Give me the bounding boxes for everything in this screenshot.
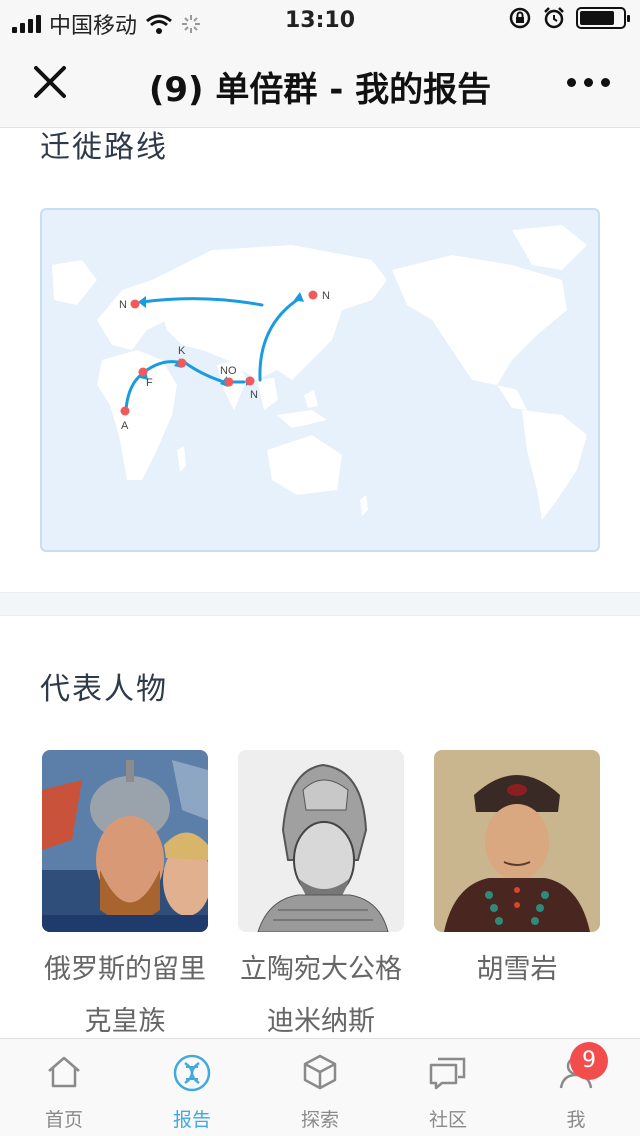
page-title: (9) 单倍群 - 我的报告 (148, 70, 492, 110)
tab-label: 报告 (172, 1109, 211, 1131)
person-portrait (434, 750, 600, 932)
nav-bar: (9) 单倍群 - 我的报告 (0, 40, 640, 128)
migration-map: A F K NO N N N (40, 208, 600, 552)
alarm-icon (544, 7, 564, 29)
people-title: 代表人物 (40, 672, 168, 707)
person-name: 立陶宛大公格迪米纳斯 (240, 954, 402, 1037)
tab-explore[interactable]: 探索 (256, 1039, 384, 1136)
person-card[interactable]: 立陶宛大公格迪米纳斯 (238, 750, 404, 1048)
notification-badge: 9 (570, 1042, 608, 1080)
tab-label: 社区 (428, 1109, 467, 1131)
person-name: 胡雪岩 (476, 954, 558, 985)
point-label-n-asia: N (250, 389, 258, 401)
tab-label: 探索 (300, 1109, 339, 1131)
migration-title: 迁徙路线 (40, 130, 168, 165)
point-label-no: NO (220, 365, 237, 377)
cube-icon (303, 1054, 337, 1090)
person-card[interactable]: 胡雪岩 (434, 750, 600, 996)
point-label-f: F (146, 377, 153, 389)
person-name: 俄罗斯的留里克皇族 (44, 954, 206, 1037)
tab-home[interactable]: 首页 (0, 1039, 128, 1136)
person-portrait (42, 750, 208, 932)
person-card[interactable]: 俄罗斯的留里克皇族 (42, 750, 208, 1048)
person-portrait (238, 750, 404, 932)
rotation-lock-icon (509, 7, 531, 29)
battery-icon (576, 7, 630, 29)
close-icon[interactable] (30, 62, 70, 102)
world-map: A F K NO N N N (52, 225, 587, 520)
point-label-a: A (121, 420, 129, 432)
point-label-n-siberia: N (322, 290, 330, 302)
more-menu-icon[interactable] (567, 78, 610, 87)
point-label-k: K (178, 345, 186, 357)
tab-label: 首页 (44, 1109, 83, 1131)
point-label-n-europe: N (119, 299, 127, 311)
dna-icon (173, 1054, 211, 1092)
status-bar: 中国移动 13:10 (0, 0, 640, 40)
tab-bar: 首页 报告 探索 社区 我 (0, 1038, 640, 1136)
home-icon (48, 1056, 80, 1088)
section-divider (0, 592, 640, 616)
chat-icon (429, 1057, 466, 1090)
tab-community[interactable]: 社区 (384, 1039, 512, 1136)
tab-label: 我 (566, 1109, 586, 1131)
tab-report[interactable]: 报告 (128, 1039, 256, 1136)
